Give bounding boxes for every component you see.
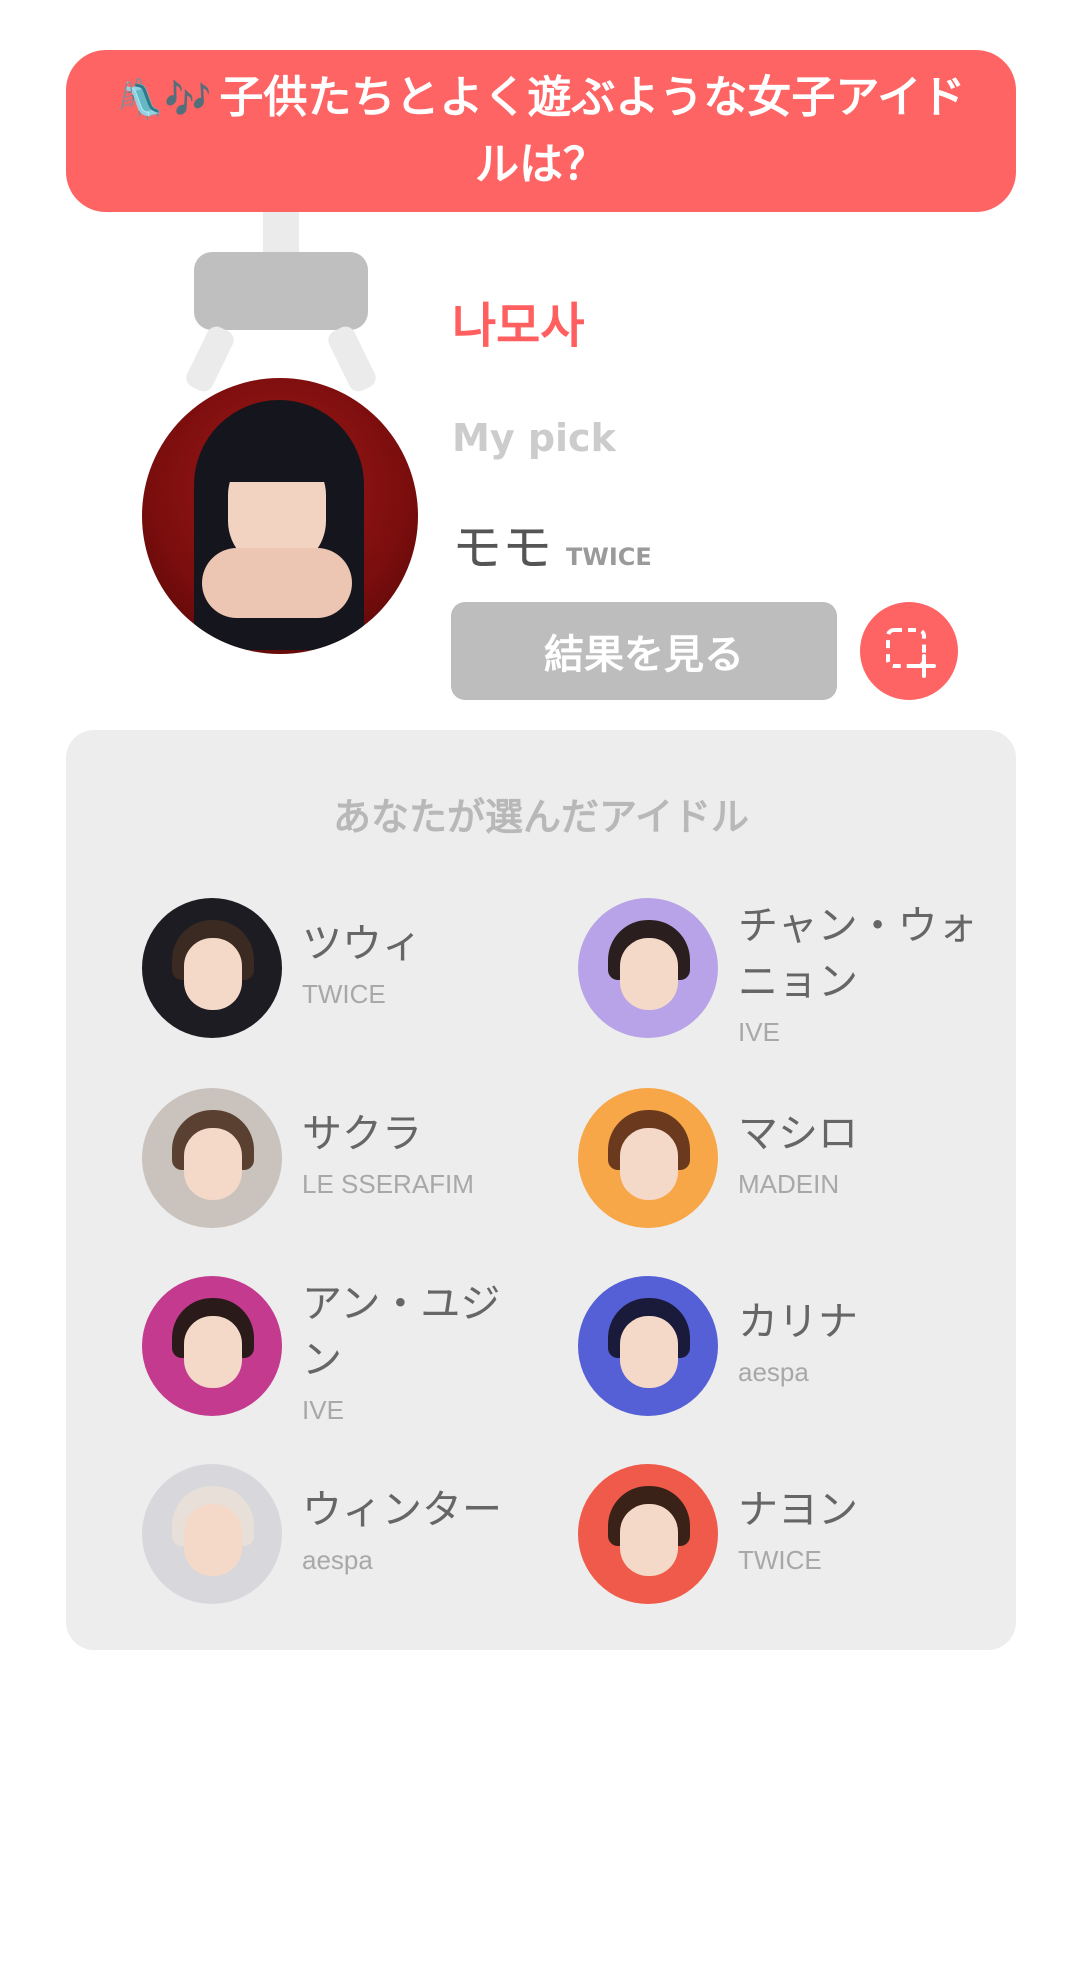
hanger-arm-left <box>182 323 238 395</box>
idol-group: TWICE <box>738 1545 822 1575</box>
idol-group: MADEIN <box>738 1169 840 1199</box>
idol-name: サクラ <box>302 1111 422 1157</box>
question-banner: 🛝🎶 子供たちとよく遊ぶような女子アイドルは？ <box>66 50 1016 212</box>
idol-avatar <box>578 1464 718 1604</box>
user-nickname: 나모사 <box>452 298 585 354</box>
idol-group: aespa <box>302 1545 373 1575</box>
slide-music-icon: 🛝🎶 <box>116 76 212 121</box>
screenshot-capture-icon <box>886 628 936 678</box>
idol-group: aespa <box>738 1357 809 1387</box>
chosen-idols-panel: あなたが選んだアイドル ツウィ TWICE チャン・ウォニョン IVE サクラ … <box>66 730 1016 1650</box>
my-pick-label: My pick <box>452 416 616 460</box>
idol-avatar <box>142 1276 282 1416</box>
hanger-block <box>194 252 368 330</box>
chosen-idols-title: あなたが選んだアイドル <box>332 795 750 839</box>
capture-button[interactable] <box>860 602 958 700</box>
idol-name: アン・ユジン <box>302 1281 501 1383</box>
idol-avatar <box>578 1088 718 1228</box>
idol-group: TWICE <box>302 979 386 1009</box>
idol-item: チャン・ウォニョン IVE <box>578 898 998 1047</box>
my-pick-name: モモ TWICE <box>452 508 652 580</box>
idol-name: マシロ <box>738 1111 858 1157</box>
idol-avatar <box>142 898 282 1038</box>
idol-item: サクラ LE SSERAFIM <box>142 1088 562 1228</box>
idol-group: LE SSERAFIM <box>302 1169 474 1199</box>
my-pick-idol-group: TWICE <box>566 543 652 571</box>
idol-item: ナヨン TWICE <box>578 1464 998 1604</box>
view-results-button[interactable]: 結果を見る <box>451 602 837 700</box>
hanger-arm-right <box>324 323 380 395</box>
idol-name: ナヨン <box>738 1487 858 1533</box>
idol-group: IVE <box>302 1395 344 1425</box>
idol-name: チャン・ウォニョン <box>738 903 978 1005</box>
idol-name: カリナ <box>738 1299 858 1345</box>
idol-name: ウィンター <box>302 1487 502 1533</box>
question-text: 子供たちとよく遊ぶような女子アイドルは？ <box>219 71 966 190</box>
idol-avatar <box>142 1464 282 1604</box>
idol-avatar <box>142 1088 282 1228</box>
idol-item: カリナ aespa <box>578 1276 998 1416</box>
hanger-stem <box>263 212 299 252</box>
idol-avatar <box>578 1276 718 1416</box>
idol-item: ツウィ TWICE <box>142 898 562 1038</box>
idol-name: ツウィ <box>302 921 422 967</box>
my-pick-photo <box>142 378 418 654</box>
idol-item: マシロ MADEIN <box>578 1088 998 1228</box>
idol-group: IVE <box>738 1017 780 1047</box>
my-pick-idol-name: モモ <box>452 519 552 577</box>
idol-item: アン・ユジン IVE <box>142 1276 562 1425</box>
idol-avatar <box>578 898 718 1038</box>
idol-item: ウィンター aespa <box>142 1464 562 1604</box>
